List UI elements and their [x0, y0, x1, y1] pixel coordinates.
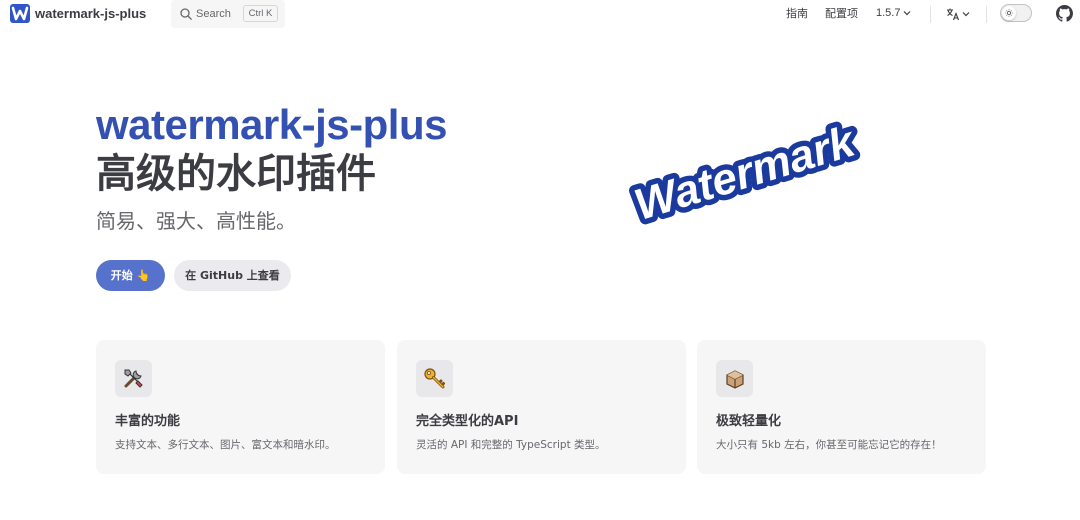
sun-icon: [1005, 9, 1013, 17]
feature-title: 极致轻量化: [716, 414, 782, 429]
feature-details: 灵活的 API 和完整的 TypeScript 类型。: [416, 439, 606, 451]
site-title[interactable]: watermark-js-plus: [35, 5, 146, 22]
chevron-down-icon: [962, 12, 970, 17]
feature-card[interactable]: 极致轻量化 大小只有 5kb 左右，你甚至可能忘记它的存在！: [697, 340, 986, 474]
package-icon: [716, 360, 753, 397]
feature-title: 丰富的功能: [115, 414, 181, 429]
key-icon: [416, 360, 453, 397]
feature-title: 完全类型化的API: [416, 414, 519, 429]
W-logo-icon[interactable]: [10, 4, 30, 23]
feature-details: 支持文本、多行文本、图片、富文本和暗水印。: [115, 439, 336, 451]
nav-link-config[interactable]: 配置项: [825, 6, 858, 21]
hero-text: 高级的水印插件: [96, 151, 376, 197]
feature-details: 大小只有 5kb 左右，你甚至可能忘记它的存在！: [716, 439, 942, 451]
github-icon[interactable]: [1056, 5, 1073, 22]
feature-card[interactable]: 丰富的功能 支持文本、多行文本、图片、富文本和暗水印。: [96, 340, 385, 474]
hero-name: watermark-js-plus: [96, 101, 447, 148]
nav-link-guide[interactable]: 指南: [786, 6, 808, 21]
translate-icon: [947, 8, 960, 21]
chevron-down-icon: [904, 11, 911, 16]
language-dropdown[interactable]: [946, 6, 972, 22]
search-icon: [180, 8, 192, 20]
search-button[interactable]: Search Ctrl K: [171, 0, 285, 28]
hero-tagline: 简易、强大、高性能。: [96, 209, 296, 233]
watermark-hero-image: Watermark: [623, 118, 867, 226]
top-nav: watermark-js-plus Search Ctrl K 指南 配置项 1…: [0, 0, 1080, 28]
toggle-knob: [1002, 6, 1016, 20]
view-on-github-button[interactable]: 在 GitHub 上查看: [174, 260, 291, 291]
theme-toggle[interactable]: [1000, 4, 1032, 22]
tools-icon: [115, 360, 152, 397]
nav-divider: [930, 6, 931, 23]
nav-divider: [986, 6, 987, 23]
get-started-button[interactable]: 开始 👆: [96, 260, 165, 291]
version-label: 1.5.7: [876, 7, 901, 19]
feature-card[interactable]: 完全类型化的API 灵活的 API 和完整的 TypeScript 类型。: [397, 340, 686, 474]
version-dropdown[interactable]: 1.5.7: [876, 6, 911, 21]
search-label: Search: [196, 8, 231, 20]
watermark-hero-text: Watermark: [629, 118, 862, 226]
search-shortcut: Ctrl K: [243, 5, 278, 22]
